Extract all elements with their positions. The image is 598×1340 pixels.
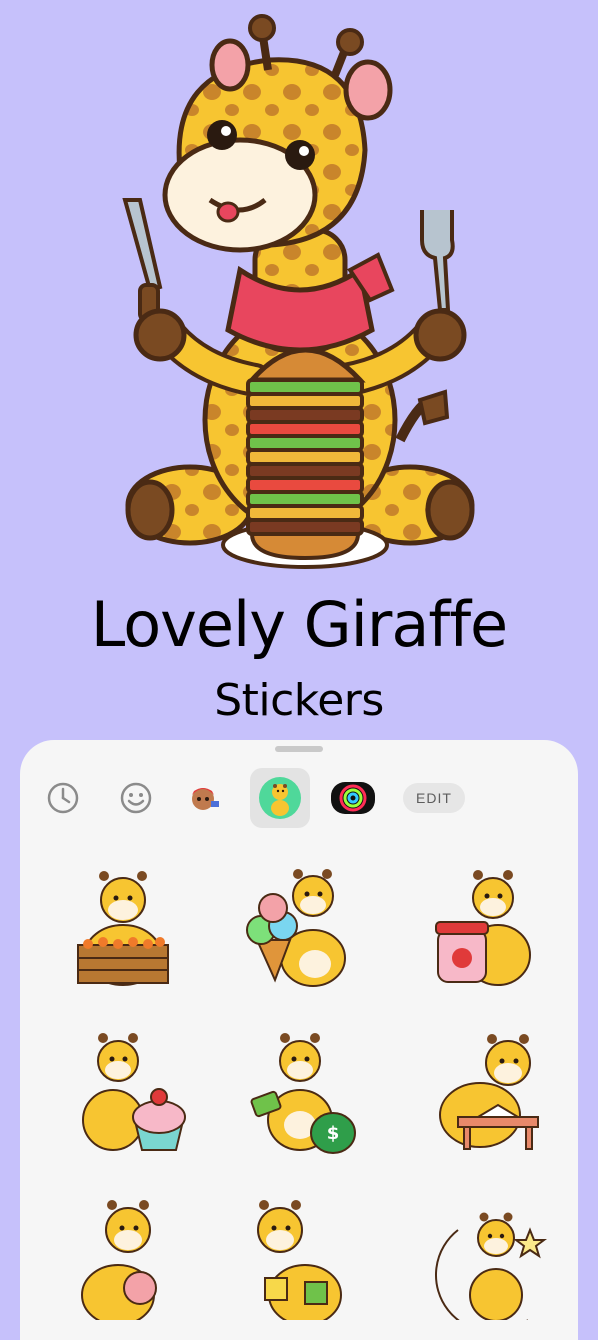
giraffe-puzzle-sticker[interactable]: [235, 1190, 365, 1326]
giraffe-cupcake-sticker-image: [82, 1033, 186, 1151]
sticker-tab-bar: EDIT: [20, 768, 578, 830]
giraffe-cupcake-sticker[interactable]: [58, 1025, 188, 1155]
giraffe-strawberry-jam-sticker[interactable]: [418, 860, 548, 990]
giraffe-icon: [259, 777, 301, 819]
activity-rings-icon: [331, 782, 375, 814]
giraffe-peach-sticker-image: [81, 1200, 157, 1326]
edit-button[interactable]: EDIT: [403, 783, 465, 813]
page-title: Lovely Giraffe: [90, 588, 508, 661]
smiley-icon: [120, 782, 152, 814]
giraffe-carrot-crate-sticker-image: [77, 871, 169, 986]
giraffe-puzzle-sticker-image: [257, 1200, 342, 1326]
giraffe-moon-sticker-image: [435, 1212, 547, 1334]
memoji-tab[interactable]: [173, 768, 233, 828]
giraffe-money-sticker[interactable]: $: [235, 1025, 365, 1155]
giraffe-strawberry-jam-sticker-image: [435, 870, 531, 986]
drawer-grabber[interactable]: [275, 746, 323, 752]
giraffe-peach-sticker[interactable]: [58, 1190, 188, 1326]
sticker-drawer: EDIT $: [20, 740, 578, 1340]
memoji-icon: [192, 788, 219, 810]
giraffe-reading-sticker-image: [439, 1034, 539, 1150]
clock-icon: [47, 782, 79, 814]
emoji-tab[interactable]: [106, 768, 166, 828]
giraffe-reading-sticker[interactable]: [418, 1025, 548, 1155]
activity-rings-tab[interactable]: [323, 768, 383, 828]
giraffe-moon-sticker[interactable]: [418, 1190, 548, 1334]
giraffe-money-sticker-image: $: [250, 1033, 356, 1154]
giraffe-ice-cream-sticker-image: [246, 869, 346, 987]
page-subtitle: Stickers: [214, 675, 384, 726]
giraffe-ice-cream-sticker[interactable]: [235, 860, 365, 990]
giraffe-carrot-crate-sticker[interactable]: [58, 860, 188, 990]
recent-tab[interactable]: [33, 768, 93, 828]
svg-text:$: $: [327, 1123, 340, 1144]
giraffe-pack-tab[interactable]: [250, 768, 310, 828]
giraffe-burger-illustration: [122, 14, 475, 569]
